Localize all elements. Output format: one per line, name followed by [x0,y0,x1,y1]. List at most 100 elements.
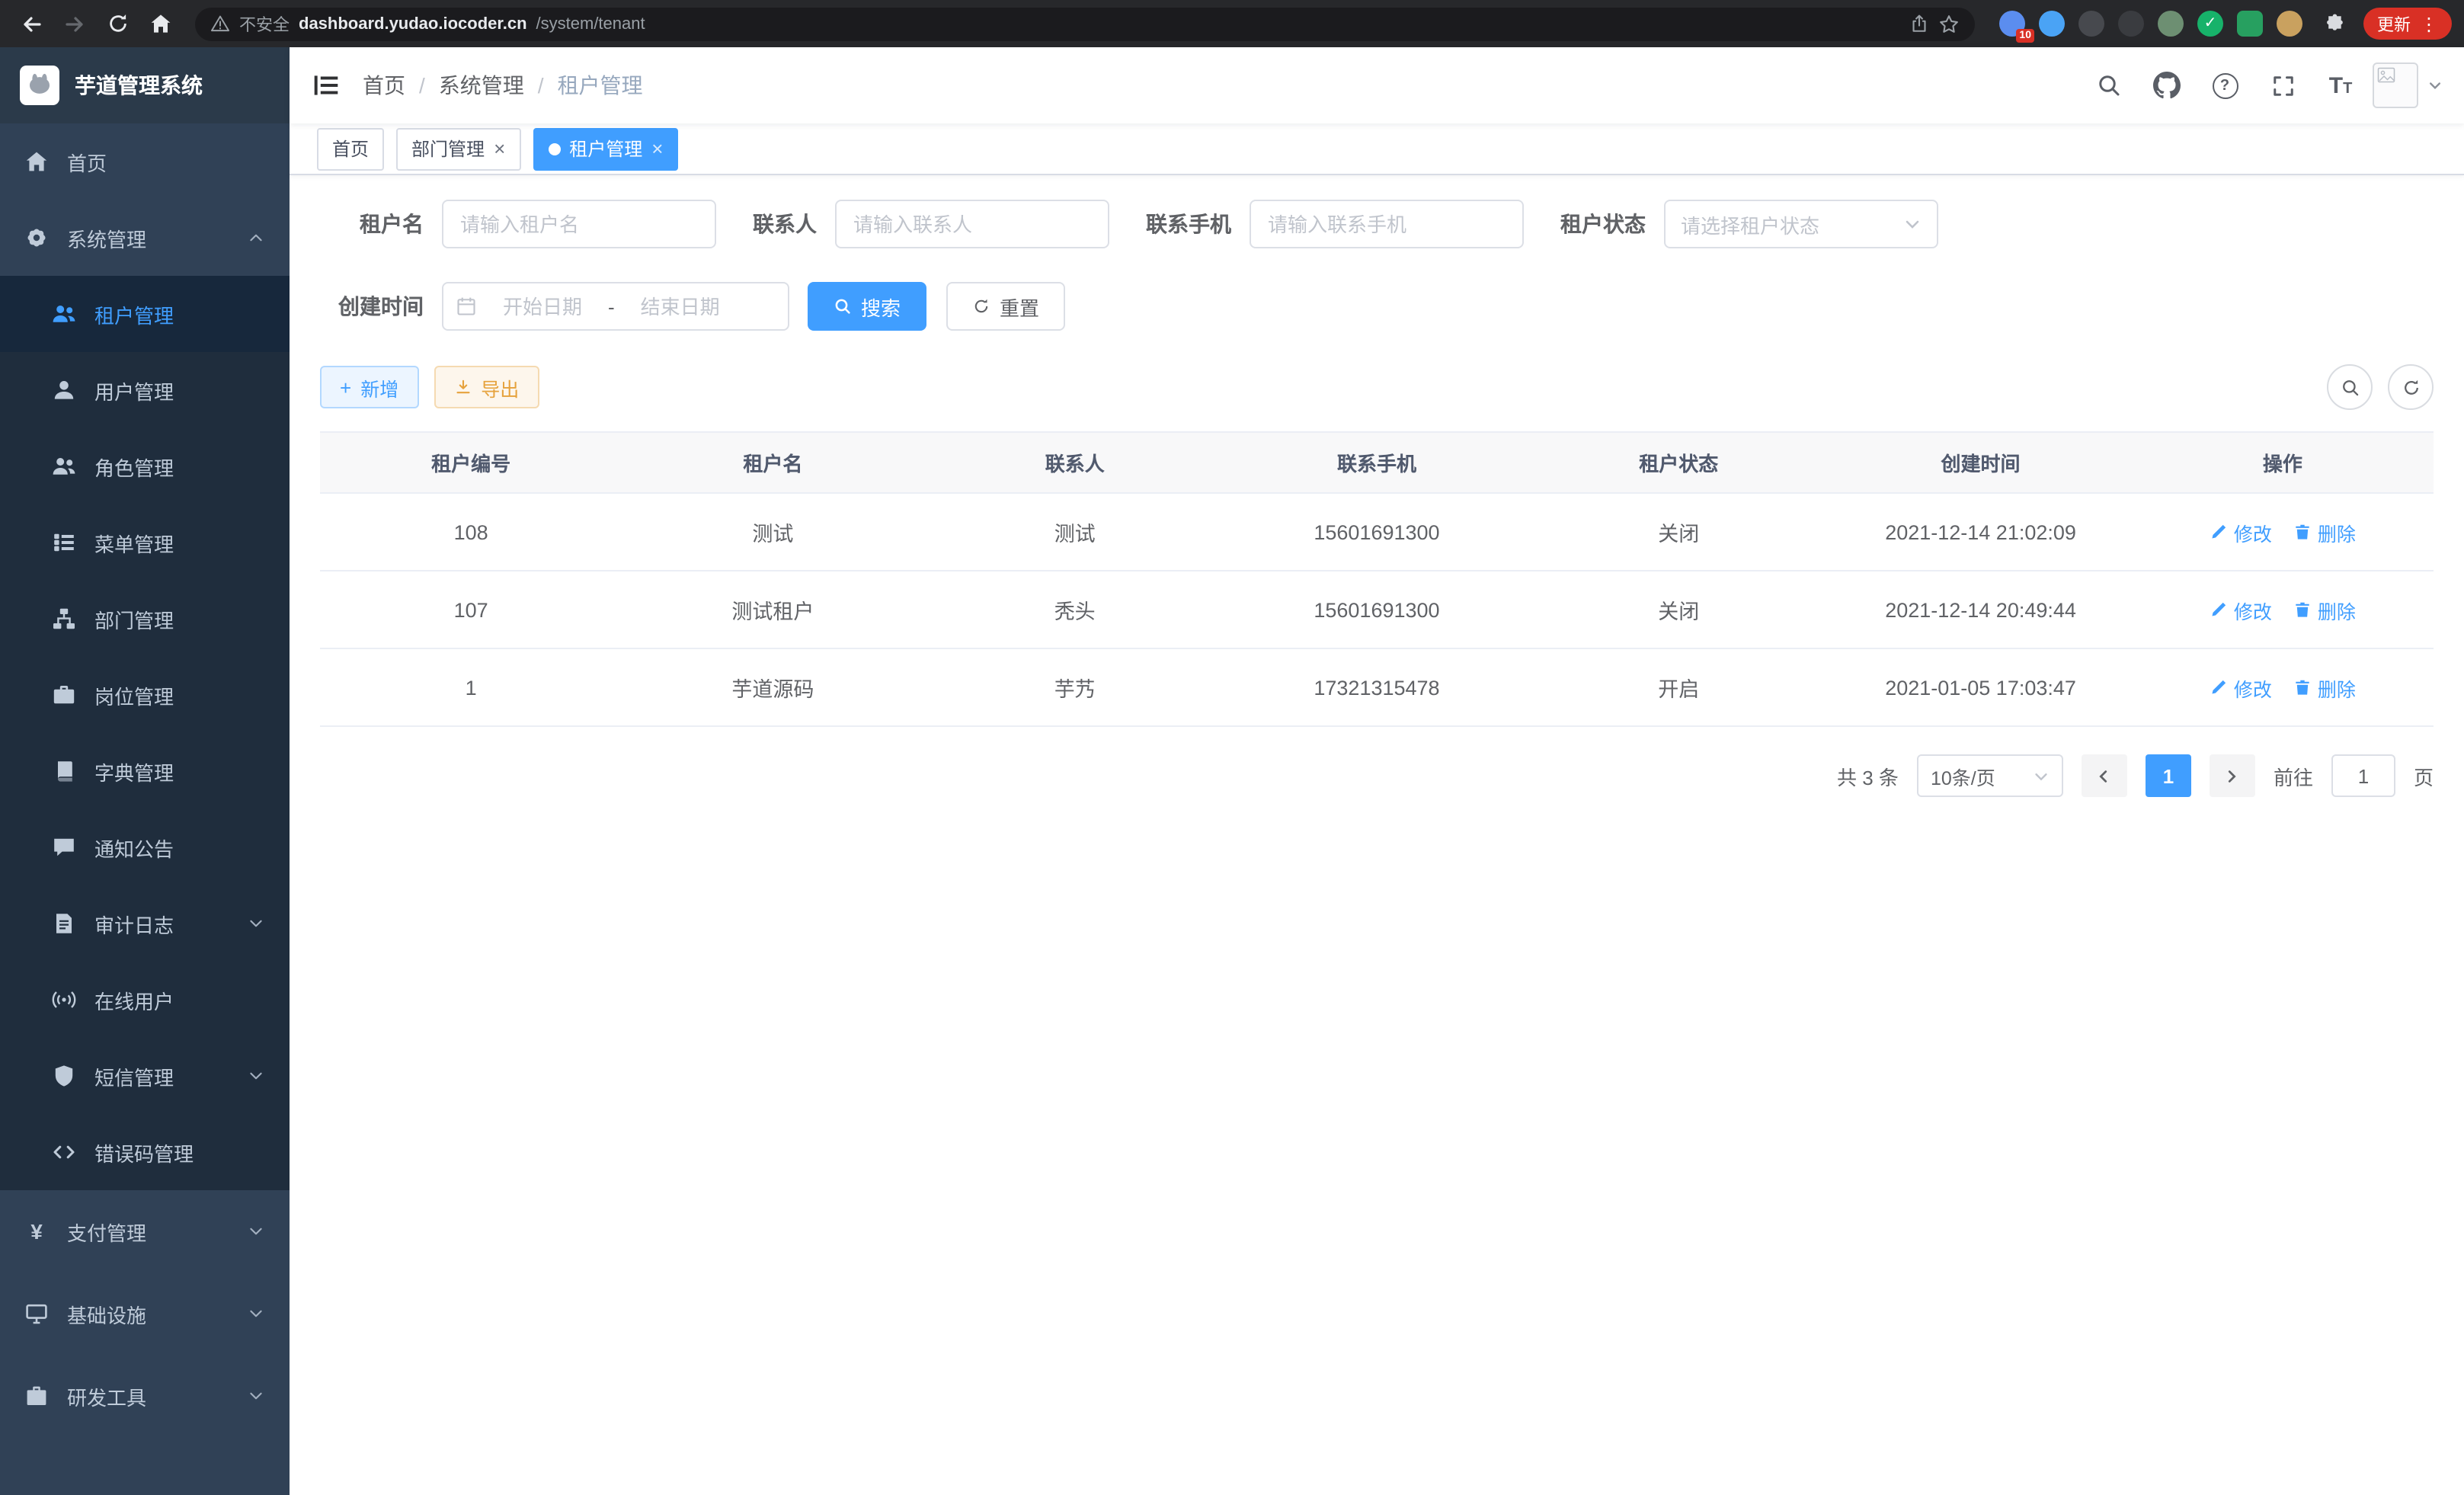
browser-menu-icon[interactable]: ⋮ [2420,13,2438,34]
extension-dark-2[interactable] [2118,11,2144,37]
search-icon[interactable] [2083,59,2135,111]
extension-dark-1[interactable] [2078,11,2104,37]
sidebar-item-dict[interactable]: 字典管理 [0,733,290,809]
sidebar-item-online[interactable]: 在线用户 [0,962,290,1038]
phone-input[interactable] [1250,200,1524,248]
logo[interactable]: 芋道管理系统 [0,47,290,123]
sidebar-toggle-icon[interactable] [290,72,363,99]
delete-label: 删除 [2318,517,2356,546]
sidebar-item-menu[interactable]: 菜单管理 [0,504,290,581]
sidebar-item-label: 短信管理 [94,1061,174,1090]
url-bar[interactable]: 不安全 dashboard.yudao.iocoder.cn/system/te… [195,7,1975,40]
export-button[interactable]: 导出 [434,366,539,408]
sidebar-item-infra[interactable]: 基础设施 [0,1273,290,1355]
delete-button[interactable]: 删除 [2293,517,2356,546]
delete-button[interactable]: 删除 [2293,595,2356,624]
github-icon[interactable] [2141,59,2193,111]
next-page-button[interactable] [2210,754,2255,797]
edit-button[interactable]: 修改 [2210,595,2272,624]
extensions-puzzle-icon[interactable] [2315,4,2354,43]
refresh-table-button[interactable] [2388,364,2434,410]
extension-blue-badged[interactable]: 10 [1999,11,2025,37]
page-number-button[interactable]: 1 [2146,754,2191,797]
create-time-label: 创建时间 [320,291,442,322]
search-button[interactable]: 搜索 [808,282,926,331]
browser-update-button[interactable]: 更新 ⋮ [2363,8,2452,40]
plus-icon: + [340,377,351,397]
sidebar-item-pay[interactable]: ¥支付管理 [0,1190,290,1273]
status-select[interactable]: 请选择租户状态 [1664,200,1938,248]
broadcast-icon [52,988,76,1012]
sidebar-item-label: 字典管理 [94,757,174,786]
sidebar-item-tools[interactable]: 研发工具 [0,1355,290,1437]
sidebar-item-sms[interactable]: 短信管理 [0,1038,290,1114]
font-size-icon[interactable]: TT [2315,59,2366,111]
reload-icon[interactable] [98,4,137,43]
sidebar-item-label: 租户管理 [94,299,174,328]
tab-tenant[interactable]: 租户管理 × [533,127,678,170]
bookmark-star-icon[interactable] [1938,13,1960,34]
document-icon [52,911,76,936]
help-icon[interactable]: ? [2199,59,2251,111]
edit-button[interactable]: 修改 [2210,517,2272,546]
prev-page-button[interactable] [2082,754,2127,797]
toggle-search-button[interactable] [2327,364,2373,410]
sidebar-item-notice[interactable]: 通知公告 [0,809,290,885]
tenant-id-cell: 108 [320,493,622,571]
date-start-input[interactable] [483,293,602,319]
sidebar-item-post[interactable]: 岗位管理 [0,657,290,733]
home-icon[interactable] [140,4,180,43]
created-cell: 2021-01-05 17:03:47 [1829,648,2131,726]
delete-button[interactable]: 删除 [2293,673,2356,702]
add-button[interactable]: + 新增 [320,366,418,408]
date-range-picker[interactable]: - [442,282,789,331]
back-icon[interactable] [12,4,52,43]
chevron-down-icon[interactable] [2427,78,2443,93]
tenant-name-input[interactable] [442,200,716,248]
url-host: dashboard.yudao.iocoder.cn [299,14,527,33]
tab-label: 部门管理 [411,136,485,162]
edit-button[interactable]: 修改 [2210,673,2272,702]
tab-close-icon[interactable]: × [494,139,505,158]
tab-dept[interactable]: 部门管理 × [396,127,520,170]
logo-image [20,66,59,105]
sidebar-item-label: 在线用户 [94,985,174,1014]
tab-home[interactable]: 首页 [317,127,384,170]
status-label: 租户状态 [1560,209,1664,239]
share-icon[interactable] [1909,14,1929,34]
goto-page-input[interactable] [2331,754,2395,797]
extension-blue-drop[interactable] [2039,11,2065,37]
reset-button[interactable]: 重置 [946,282,1065,331]
breadcrumb-home[interactable]: 首页 [363,70,405,101]
tab-close-icon[interactable]: × [651,139,663,158]
phone-label: 联系手机 [1146,209,1250,239]
yen-icon: ¥ [24,1219,49,1244]
page-size-select[interactable]: 10条/页 [1917,754,2063,797]
date-end-input[interactable] [621,293,740,319]
sidebar-item-system[interactable]: 系统管理 [0,200,290,276]
code-icon [52,1140,76,1164]
sidebar-item-label: 首页 [67,147,107,176]
sidebar-item-log[interactable]: 审计日志 [0,885,290,962]
contact-input[interactable] [835,200,1109,248]
sidebar-item-home[interactable]: 首页 [0,123,290,200]
avatar[interactable] [2373,62,2418,108]
status-cell: 关闭 [1528,493,1829,571]
tenant-id-cell: 107 [320,571,622,648]
extension-avatar[interactable] [2277,11,2302,37]
sidebar-item-tenant[interactable]: 租户管理 [0,276,290,352]
forward-icon[interactable] [55,4,94,43]
fullscreen-icon[interactable] [2257,59,2309,111]
chevron-left-icon [2096,767,2113,784]
app-title: 芋道管理系统 [75,70,203,101]
breadcrumb-separator: / [538,73,544,98]
sidebar-item-role[interactable]: 角色管理 [0,428,290,504]
extension-olive[interactable] [2158,11,2184,37]
extension-green-square[interactable] [2237,11,2263,37]
sidebar-item-user[interactable]: 用户管理 [0,352,290,428]
sidebar-item-dept[interactable]: 部门管理 [0,581,290,657]
breadcrumb-system[interactable]: 系统管理 [439,70,524,101]
sidebar-item-errcode[interactable]: 错误码管理 [0,1114,290,1190]
breadcrumb-current: 租户管理 [558,70,643,101]
extension-green-check[interactable]: ✓ [2197,11,2223,37]
